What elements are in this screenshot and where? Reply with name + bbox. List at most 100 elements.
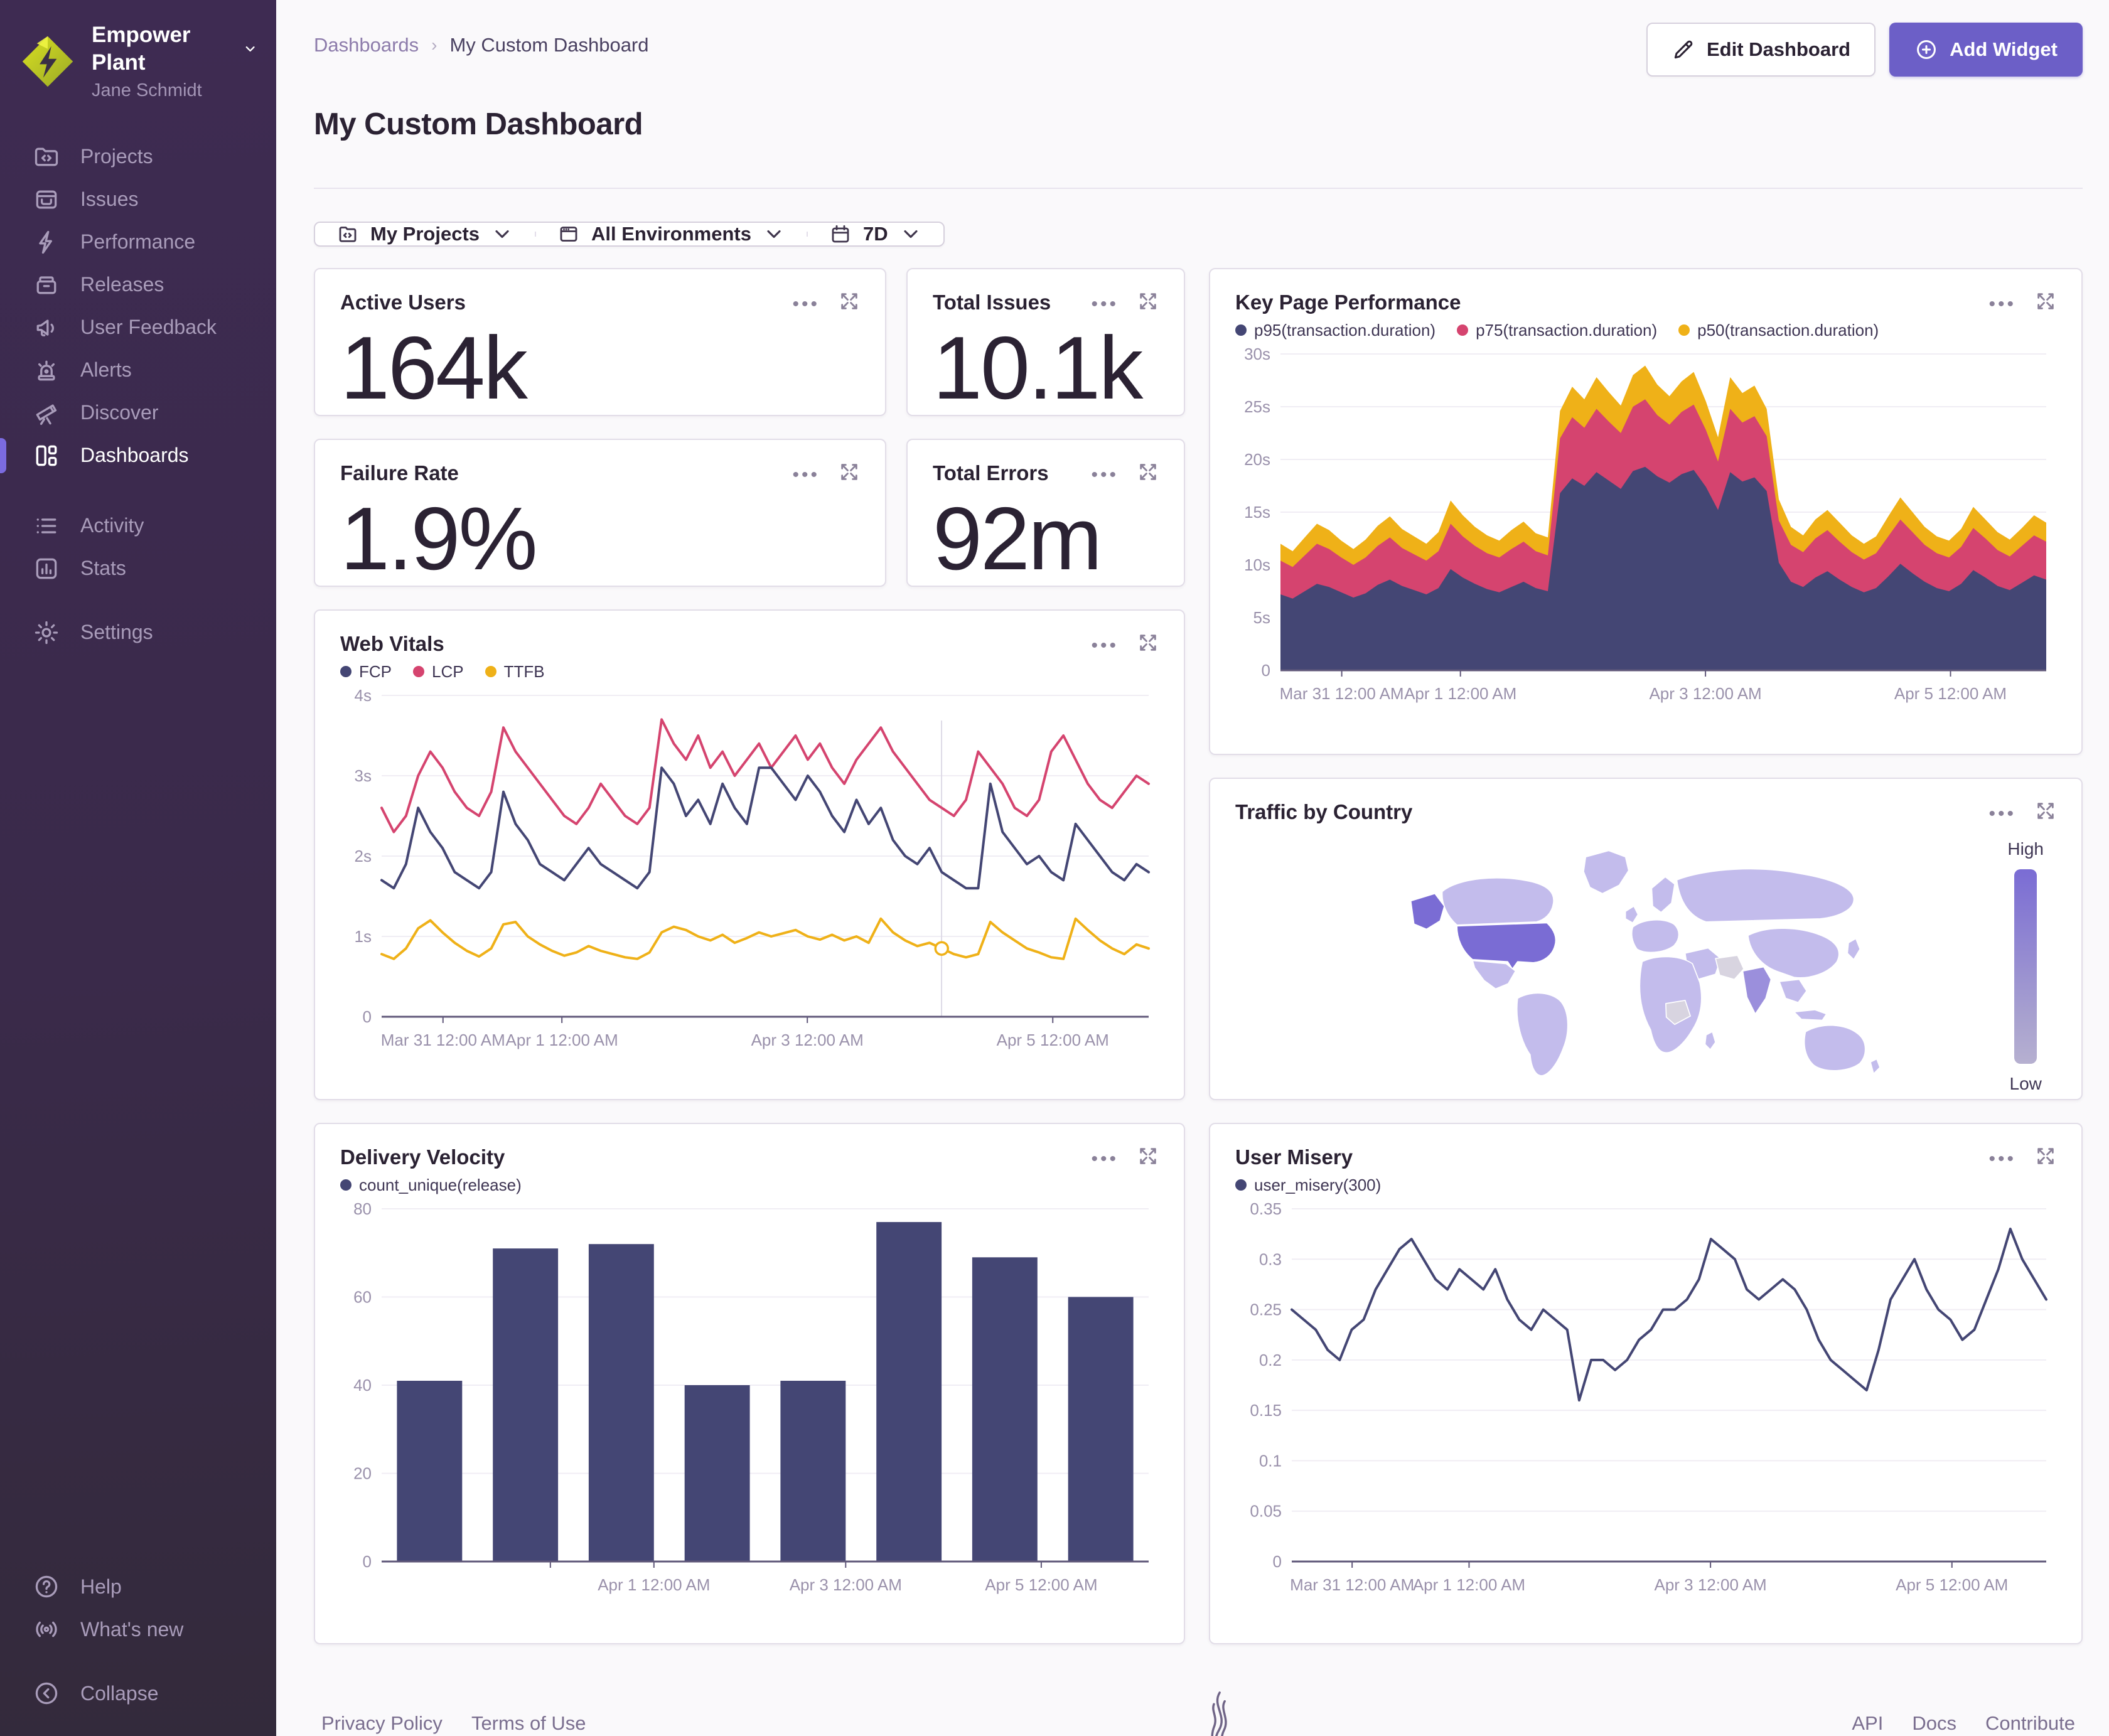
widget-total-errors: Total Errors ••• 92m	[906, 438, 1185, 587]
sidebar-item-issues[interactable]: Issues	[0, 178, 276, 221]
sidebar-item-discover[interactable]: Discover	[0, 392, 276, 434]
date-range-value: 7D	[862, 222, 888, 245]
map-region-mexico	[1472, 960, 1516, 990]
widget-menu-button[interactable]: •••	[792, 462, 820, 485]
sidebar-item-label: Dashboards	[80, 444, 189, 467]
contribute-link[interactable]: Contribute	[1985, 1712, 2075, 1735]
legend-dot-p95	[1235, 324, 1247, 336]
api-link[interactable]: API	[1852, 1712, 1883, 1735]
map-region-south-america	[1516, 992, 1569, 1076]
breadcrumb-dashboards[interactable]: Dashboards	[314, 34, 419, 56]
sidebar-item-performance[interactable]: Performance	[0, 221, 276, 264]
legend-label: FCP	[359, 662, 392, 681]
sidebar-item-user-feedback[interactable]: User Feedback	[0, 306, 276, 349]
telescope-icon	[36, 404, 57, 425]
project-filter[interactable]: My Projects	[315, 223, 535, 245]
expand-icon[interactable]	[839, 291, 860, 315]
widget-menu-button[interactable]: •••	[1091, 291, 1119, 314]
sidebar-item-label: Discover	[80, 401, 159, 424]
map-region-madagascar	[1704, 1031, 1716, 1050]
map-region-uk	[1624, 905, 1639, 924]
sidebar-item-projects[interactable]: Projects	[0, 136, 276, 178]
svg-text:Mar 31 12:00 AM: Mar 31 12:00 AM	[1290, 1575, 1414, 1594]
edit-dashboard-label: Edit Dashboard	[1706, 38, 1851, 60]
terms-of-use-link[interactable]: Terms of Use	[471, 1712, 586, 1735]
widget-menu-button[interactable]: •••	[1988, 1146, 2016, 1169]
widget-menu-button[interactable]: •••	[1091, 462, 1119, 485]
svg-text:Apr 3 12:00 AM: Apr 3 12:00 AM	[1649, 684, 1761, 703]
user-misery-chart[interactable]: 0 0.05 0.1 0.15 0.2 0.25 0.3 0.35 Mar 31 12:00 A…	[1235, 1199, 2058, 1600]
legend-dot-user-misery	[1235, 1179, 1247, 1191]
widget-title: Failure Rate	[340, 461, 459, 485]
svg-text:0.15: 0.15	[1250, 1401, 1282, 1420]
list-icon	[36, 518, 56, 533]
dashboard-grid: Active Users ••• 164k Total Issues ••• 1…	[314, 267, 2083, 1644]
map-region-scandinavia	[1651, 876, 1675, 913]
collapse-icon	[35, 1682, 58, 1705]
svg-text:0: 0	[363, 1552, 372, 1571]
edit-dashboard-button[interactable]: Edit Dashboard	[1646, 23, 1876, 77]
svg-text:0.35: 0.35	[1250, 1199, 1282, 1218]
expand-icon[interactable]	[2035, 291, 2056, 315]
calendar-icon	[832, 225, 849, 243]
sidebar-item-label: Performance	[80, 230, 196, 254]
sidebar-item-label: Activity	[80, 514, 144, 537]
sidebar-item-dashboards[interactable]: Dashboards	[0, 434, 276, 477]
environment-filter-icon	[560, 226, 577, 242]
world-map[interactable]	[1380, 830, 1894, 1076]
widget-menu-button[interactable]: •••	[1988, 801, 2016, 823]
expand-icon[interactable]	[2035, 800, 2056, 825]
svg-text:0: 0	[1262, 661, 1270, 680]
plus-circle-icon	[1917, 40, 1936, 59]
sidebar-item-stats[interactable]: Stats	[0, 547, 276, 590]
svg-text:0.05: 0.05	[1250, 1502, 1282, 1521]
delivery-velocity-chart[interactable]: 0 20 40 60 80 Apr 1 12:00 AM Apr 3 12:00 AM Apr…	[340, 1199, 1160, 1600]
sidebar-item-whats-new[interactable]: What's new	[0, 1608, 276, 1651]
chevron-down-icon	[767, 230, 781, 238]
sidebar-item-alerts[interactable]: Alerts	[0, 349, 276, 392]
expand-icon[interactable]	[1137, 461, 1159, 486]
add-widget-button[interactable]: Add Widget	[1889, 23, 2083, 77]
sidebar-item-label: Releases	[80, 273, 164, 296]
sidebar-item-releases[interactable]: Releases	[0, 264, 276, 306]
chart-legend: count_unique(release)	[340, 1176, 522, 1195]
chart-legend: FCP LCP TTFB	[340, 662, 545, 682]
docs-link[interactable]: Docs	[1912, 1712, 1956, 1735]
widget-menu-button[interactable]: •••	[1091, 1146, 1119, 1169]
broadcast-icon	[36, 1621, 57, 1637]
map-region-indonesia	[1793, 1009, 1827, 1021]
svg-text:Apr 3 12:00 AM: Apr 3 12:00 AM	[751, 1031, 864, 1049]
sidebar-item-help[interactable]: Help	[0, 1565, 276, 1608]
sidebar-item-label: Projects	[80, 145, 153, 168]
widget-menu-button[interactable]: •••	[1988, 291, 2016, 314]
expand-icon[interactable]	[1137, 632, 1159, 656]
svg-text:Apr 1 12:00 AM: Apr 1 12:00 AM	[506, 1031, 618, 1049]
expand-icon[interactable]	[839, 461, 860, 486]
widget-menu-button[interactable]: •••	[1091, 633, 1119, 655]
sidebar-collapse-button[interactable]: Collapse	[0, 1672, 276, 1715]
project-filter-value: My Projects	[370, 222, 480, 245]
environment-filter-value: All Environments	[591, 222, 751, 245]
sidebar-item-settings[interactable]: Settings	[0, 611, 276, 654]
svg-text:60: 60	[353, 1287, 372, 1306]
web-vitals-chart[interactable]: 0 1s 2s 3s 4s Mar 31 12:00 AM Apr 1 12:00 AM Ap…	[340, 685, 1160, 1056]
legend-label: user_misery(300)	[1254, 1175, 1382, 1194]
privacy-policy-link[interactable]: Privacy Policy	[321, 1712, 443, 1735]
map-legend: High Low	[2007, 839, 2044, 1094]
map-region-greenland	[1583, 850, 1629, 894]
sidebar-item-activity[interactable]: Activity	[0, 505, 276, 547]
widget-menu-button[interactable]: •••	[792, 291, 820, 314]
breadcrumb-current: My Custom Dashboard	[449, 34, 649, 56]
environment-filter[interactable]: All Environments	[536, 223, 807, 245]
date-range-filter[interactable]: 7D	[808, 223, 943, 245]
svg-text:Mar 31 12:00 AM: Mar 31 12:00 AM	[1280, 684, 1404, 703]
expand-icon[interactable]	[1137, 291, 1159, 315]
expand-icon[interactable]	[2035, 1145, 2056, 1170]
org-switcher[interactable]: Empower Plant Jane Schmidt	[0, 0, 276, 118]
expand-icon[interactable]	[1137, 1145, 1159, 1170]
svg-text:20s: 20s	[1244, 450, 1270, 469]
map-region-new-zealand	[1870, 1058, 1881, 1074]
key-page-performance-chart[interactable]: 0 5s 10s 15s 20s 25s 30s Mar 31 12:00 AM Apr 1 1…	[1235, 344, 2058, 709]
svg-text:3s: 3s	[355, 766, 372, 785]
map-legend-low: Low	[2009, 1073, 2042, 1093]
